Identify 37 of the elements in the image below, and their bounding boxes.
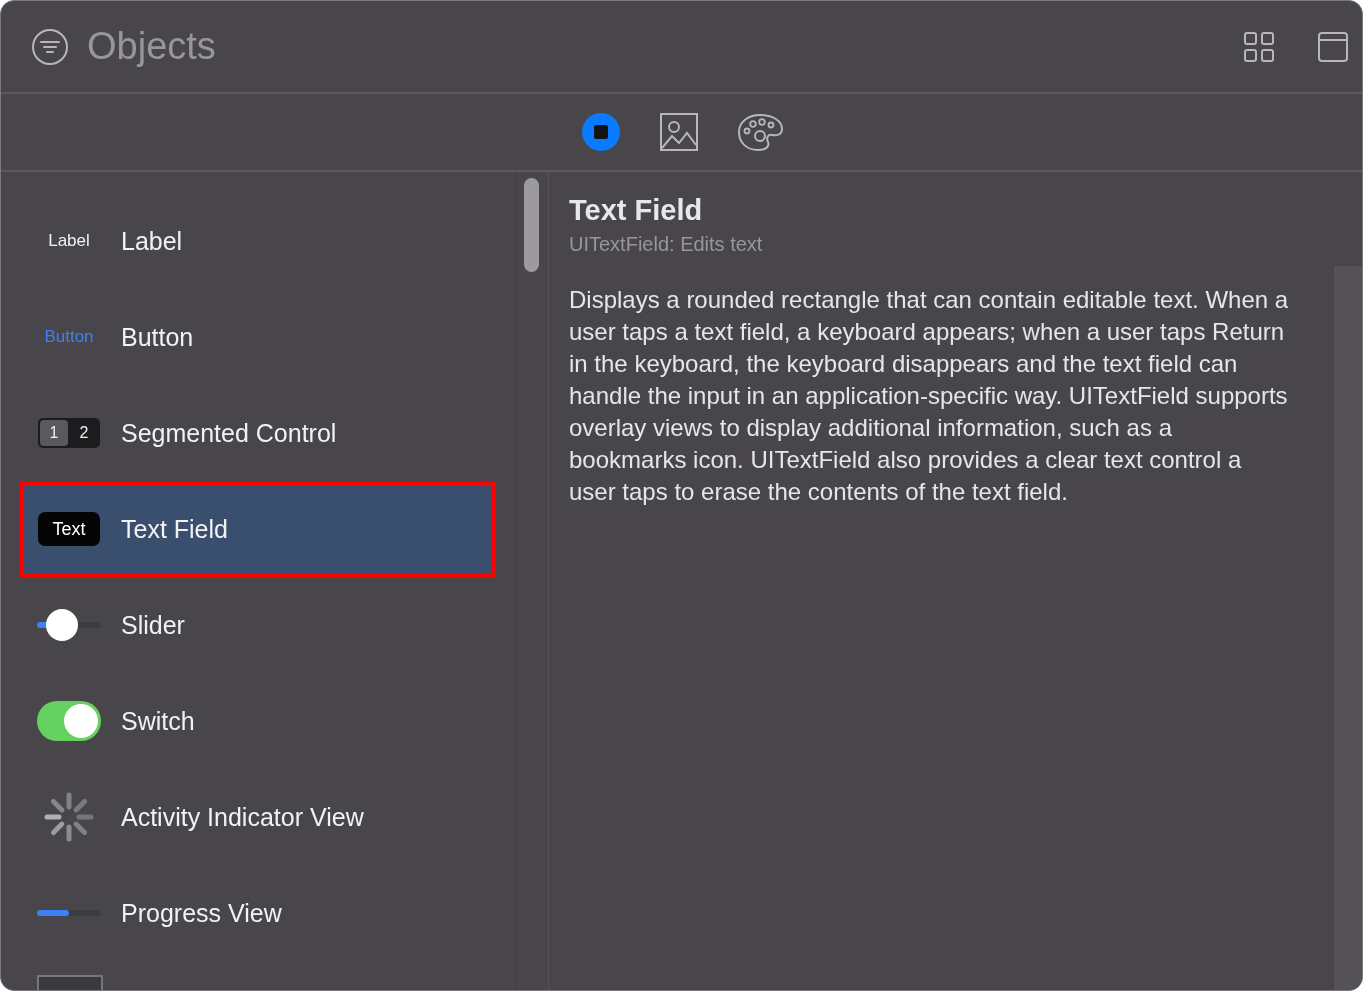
detail-title: Text Field bbox=[569, 194, 704, 227]
object-name: Progress View bbox=[121, 898, 282, 928]
object-list-item[interactable]: Switch bbox=[20, 673, 496, 769]
library-tab[interactable] bbox=[736, 112, 783, 152]
object-name: Segmented Control bbox=[121, 418, 337, 448]
segmented-control-preview: 1 2 bbox=[38, 418, 100, 448]
object-name: Switch bbox=[121, 706, 195, 736]
slider-preview bbox=[37, 609, 101, 641]
detail-description: Displays a rounded rectangle that can contain editable text. When a user taps a text field, a keyboard appears; when a user taps Return in the keyboard, the keyboard disappears and the text field can handle the input in an application-specific way. UITextField supports overlay views to display additional information, such as a bookmarks icon. UITextField also provides a clear text control a user taps to erase the contents of the text field. bbox=[569, 285, 1290, 507]
object-list-item[interactable]: 1 2 Segmented Control bbox=[20, 385, 496, 481]
object-name: Text Field bbox=[121, 514, 228, 544]
spinner-icon bbox=[44, 792, 94, 842]
text-field-preview: Text bbox=[38, 512, 100, 546]
window-icon[interactable] bbox=[1318, 31, 1348, 62]
image-icon bbox=[658, 112, 699, 152]
object-name: Slider bbox=[121, 610, 185, 640]
object-list-item[interactable]: Button Button bbox=[20, 289, 496, 385]
label-preview: Label bbox=[48, 231, 90, 251]
palette-icon bbox=[736, 112, 783, 152]
object-name: Activity Indicator View bbox=[121, 802, 364, 832]
object-list-item[interactable]: Text Text Field bbox=[20, 481, 496, 577]
grid-icon[interactable] bbox=[1244, 31, 1274, 62]
square-in-circle-icon bbox=[580, 112, 621, 152]
object-list-item[interactable]: Activity Indicator View bbox=[20, 769, 496, 865]
scrollbar-thumb[interactable] bbox=[524, 178, 539, 272]
library-tab[interactable] bbox=[580, 112, 621, 152]
object-list-item[interactable]: Label Label bbox=[20, 193, 496, 289]
object-list-item[interactable]: Slider bbox=[20, 577, 496, 673]
library-tab[interactable] bbox=[658, 112, 699, 152]
detail-subtitle: UITextField: Edits text bbox=[569, 233, 764, 256]
scrollbar[interactable] bbox=[515, 172, 549, 990]
panel-title: Objects bbox=[87, 25, 217, 68]
filter-icon[interactable] bbox=[31, 27, 69, 66]
object-name: Button bbox=[121, 322, 194, 352]
object-name: Label bbox=[121, 226, 183, 256]
object-list-item[interactable]: Progress View bbox=[20, 865, 496, 961]
button-preview: Button bbox=[44, 327, 94, 347]
